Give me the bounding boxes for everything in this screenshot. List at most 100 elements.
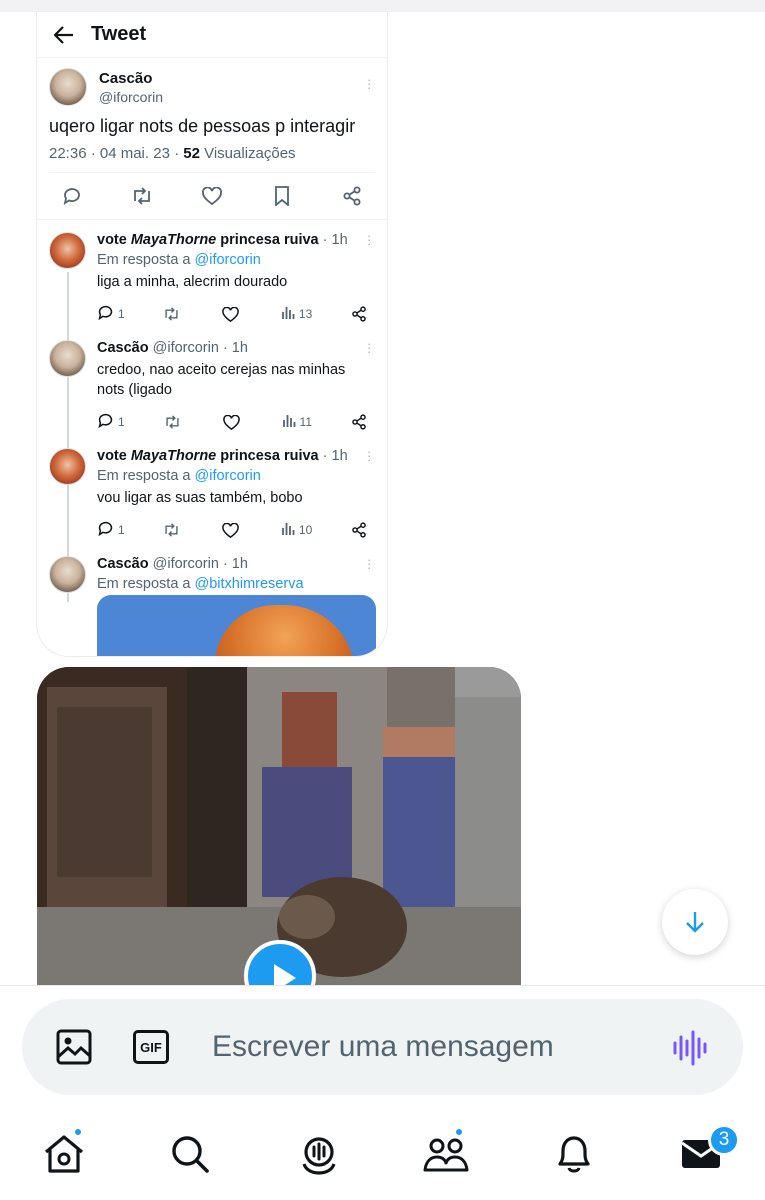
reply-item: vote MayaThorne princesa ruiva · 1h Em r…: [37, 432, 387, 540]
gif-scene-image: [37, 667, 521, 985]
home-notification-dot: [73, 1127, 83, 1137]
reply-name-prefix: vote: [97, 448, 131, 464]
scroll-to-bottom-button[interactable]: [662, 889, 728, 955]
in-reply-handle: @iforcorin: [194, 468, 261, 484]
avatar: [49, 232, 86, 269]
reply-count: 1: [118, 415, 125, 429]
share-icon: [351, 522, 371, 538]
reply-actions: 1 10: [97, 520, 375, 540]
like-icon: [222, 306, 242, 322]
views-icon: [281, 306, 295, 323]
reply-icon: [97, 520, 114, 540]
nav-search-icon[interactable]: [166, 1130, 214, 1178]
reply-handle-time: @iforcorin · 1h: [148, 340, 248, 356]
reply-handle-time: @iforcorin · 1h: [148, 556, 248, 572]
nav-spaces-icon[interactable]: [295, 1130, 343, 1178]
reply-name-italic: MayaThorne: [130, 232, 217, 248]
reply-header: Cascão @iforcorin · 1h: [97, 340, 375, 356]
share-icon: [351, 414, 371, 430]
main-tweet-views-label: Visualizações: [199, 145, 296, 162]
reply-item: Cascão @iforcorin · 1h credoo, nao aceit…: [37, 324, 387, 432]
in-reply-to: Em resposta a @iforcorin: [97, 468, 375, 484]
reply-media-image: [97, 595, 376, 656]
reply-actions: 1 13: [97, 304, 375, 324]
reply-time: · 1h: [318, 448, 348, 464]
reply-time: · 1h: [318, 232, 348, 248]
tweet-screenshot-card[interactable]: Tweet Cascão @iforcorin · · · uqero ligar …: [37, 12, 387, 656]
retweet-icon: [164, 414, 184, 430]
main-tweet-views-count: 52: [183, 145, 200, 162]
reply-text: vou ligar as suas também, bobo: [97, 490, 303, 506]
tweet-header-title: Tweet: [91, 23, 147, 45]
reply-name-prefix: vote: [97, 232, 131, 248]
tweet-header: Tweet: [37, 12, 387, 58]
in-reply-label: Em resposta a: [97, 576, 195, 592]
back-arrow-icon: [37, 12, 91, 58]
nav-home-icon[interactable]: [40, 1130, 88, 1178]
reply-count: 1: [118, 307, 125, 321]
nav-notifications-icon[interactable]: [550, 1130, 598, 1178]
like-icon: [201, 185, 223, 207]
communities-notification-dot: [454, 1127, 464, 1137]
reply-item: Cascão @iforcorin · 1h Em resposta a @bi…: [37, 540, 387, 593]
reply-header: Cascão @iforcorin · 1h: [97, 556, 375, 572]
reply-text: credoo, nao aceito cerejas nas minhas no…: [97, 362, 346, 398]
more-options-icon: · · ·: [367, 444, 372, 467]
reply-item: vote MayaThorne princesa ruiva · 1h Em r…: [37, 220, 387, 324]
like-icon: [222, 414, 243, 430]
views-icon: [282, 414, 296, 431]
views-count: 11: [299, 415, 313, 429]
reply-text: liga a minha, alecrim dourado: [97, 274, 288, 290]
more-options-icon: · · ·: [367, 228, 372, 251]
views-count: 10: [298, 523, 313, 537]
main-tweet-actions: [37, 173, 387, 220]
reply-icon: [97, 412, 114, 432]
message-input[interactable]: [212, 1026, 642, 1068]
reply-count: 1: [118, 523, 125, 537]
main-tweet-time: 22:36 · 04 mai. 23 ·: [49, 145, 184, 162]
more-options-icon: · · ·: [367, 72, 372, 95]
reply-name-suffix: princesa ruiva: [216, 232, 319, 248]
in-reply-to: Em resposta a @iforcorin: [97, 252, 375, 268]
views-count: 13: [298, 307, 313, 321]
avatar: [49, 448, 86, 485]
avatar: [49, 340, 86, 377]
share-icon: [341, 185, 363, 207]
bottom-nav: [0, 1105, 765, 1200]
gif-media[interactable]: [37, 667, 521, 985]
in-reply-label: Em resposta a: [97, 468, 195, 484]
main-tweet-meta: 22:36 · 04 mai. 23 · 52 Visualizações: [49, 145, 375, 162]
avatar: [49, 556, 86, 593]
reply-name: Cascão: [97, 340, 149, 356]
messages-badge: 3: [708, 1124, 740, 1156]
top-strip: [0, 0, 765, 12]
avatar: [49, 68, 87, 106]
retweet-icon: [131, 185, 153, 207]
share-icon: [351, 306, 371, 322]
reply-name: Cascão: [97, 556, 149, 572]
like-icon: [222, 522, 242, 538]
more-options-icon: · · ·: [367, 552, 372, 575]
reply-icon: [61, 185, 83, 207]
reply-name-suffix: princesa ruiva: [216, 448, 319, 464]
main-tweet-name: Cascão: [99, 69, 153, 87]
retweet-icon: [163, 522, 183, 538]
in-reply-to: Em resposta a @bitxhimreserva: [97, 576, 375, 592]
in-reply-handle: @iforcorin: [194, 252, 261, 268]
divider: [49, 172, 375, 173]
in-reply-handle: @bitxhimreserva: [194, 576, 304, 592]
reply-header: vote MayaThorne princesa ruiva · 1h: [97, 448, 375, 464]
more-options-icon: · · ·: [367, 336, 372, 359]
reply-header: vote MayaThorne princesa ruiva · 1h: [97, 232, 375, 248]
main-tweet-text: uqero ligar nots de pessoas p interagir: [49, 116, 356, 136]
nav-communities-icon[interactable]: [422, 1130, 470, 1178]
reply-icon: [97, 304, 114, 324]
image-icon[interactable]: [56, 1029, 92, 1065]
main-tweet: Cascão @iforcorin · · · uqero ligar nots d…: [37, 58, 387, 173]
reply-name-italic: MayaThorne: [130, 448, 217, 464]
voice-message-icon[interactable]: [672, 1030, 710, 1066]
gif-button[interactable]: GIF: [133, 1030, 169, 1064]
retweet-icon: [163, 306, 183, 322]
arrow-down-icon: [686, 912, 704, 933]
cat-image-shape: [215, 605, 355, 656]
